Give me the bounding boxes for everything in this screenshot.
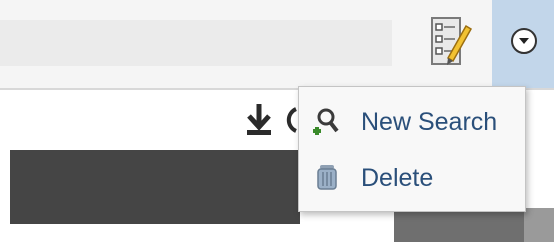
- scrollbar-area: [394, 208, 524, 242]
- search-input[interactable]: [0, 20, 392, 66]
- checklist-button[interactable]: [426, 14, 476, 72]
- chevron-down-circle-icon: [511, 28, 537, 54]
- cropped-circle-icon: [286, 107, 297, 133]
- trash-icon: [317, 165, 337, 190]
- menu-item-label: New Search: [361, 108, 498, 136]
- content-header-band: [10, 150, 300, 224]
- menu-dropdown-button[interactable]: [492, 0, 554, 88]
- menu-item-delete[interactable]: Delete: [299, 151, 525, 203]
- download-button[interactable]: [244, 102, 274, 136]
- download-icon: [247, 104, 271, 135]
- menu-item-new-search[interactable]: New Search: [299, 95, 525, 147]
- checklist-pencil-icon: [431, 17, 473, 65]
- scrollbar-edge: [524, 208, 554, 242]
- menu-item-label: Delete: [361, 164, 434, 192]
- partial-toolbar-icon[interactable]: [284, 106, 298, 134]
- new-search-icon: [313, 108, 339, 135]
- dropdown-menu: New Search Delete: [298, 86, 526, 212]
